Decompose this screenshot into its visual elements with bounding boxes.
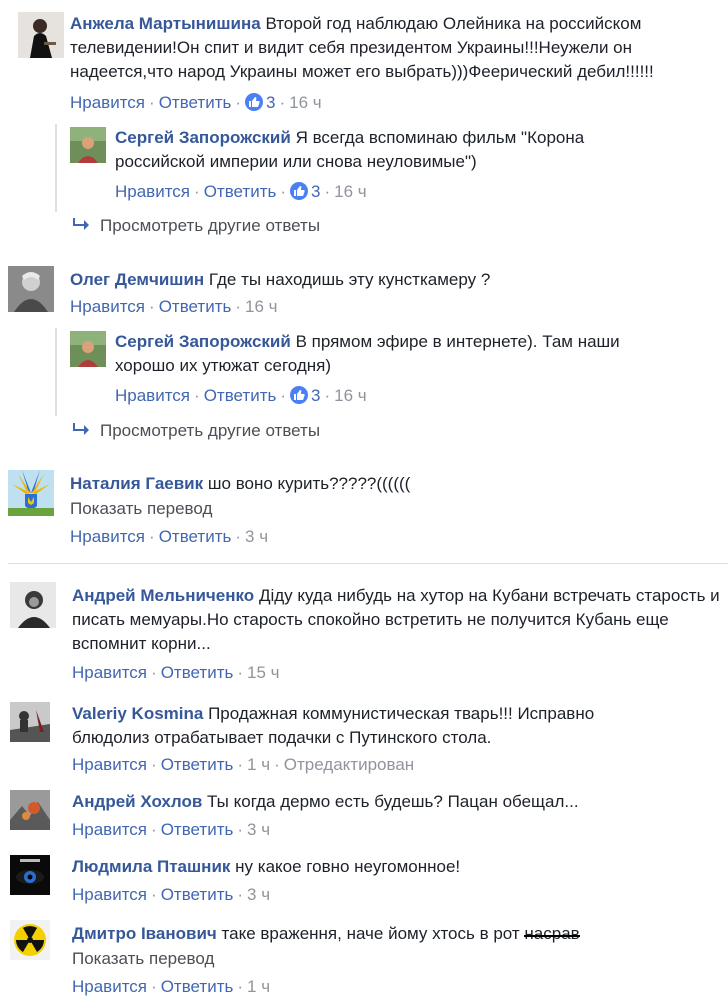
author-name[interactable]: Людмила Пташник — [72, 857, 230, 876]
like-count[interactable]: 3 — [311, 386, 320, 405]
timestamp[interactable]: 15 ч — [247, 663, 280, 682]
like-link[interactable]: Нравится — [72, 820, 147, 839]
timestamp[interactable]: 3 ч — [245, 527, 268, 546]
like-link[interactable]: Нравится — [72, 977, 147, 996]
author-name[interactable]: Сергей Запорожский — [115, 128, 291, 147]
like-link[interactable]: Нравится — [115, 182, 190, 201]
reply-link[interactable]: Ответить — [204, 386, 277, 405]
timestamp[interactable]: 1 ч — [247, 977, 270, 996]
comment-actions: Нравится · Ответить · 3 · 16 ч — [115, 386, 367, 405]
like-count-icon[interactable] — [245, 93, 264, 111]
comment-actions: Нравится · Ответить · 15 ч — [72, 663, 280, 682]
reply-thread-line — [55, 124, 57, 212]
reply-link[interactable]: Ответить — [159, 93, 232, 112]
like-link[interactable]: Нравится — [72, 755, 147, 774]
author-name[interactable]: Андрей Хохлов — [72, 792, 202, 811]
like-link[interactable]: Нравится — [70, 297, 145, 316]
comment-text: Людмила Пташник ну какое говно неугомонн… — [72, 855, 712, 879]
reply-thread-line — [55, 328, 57, 416]
comment-actions: Нравится · Ответить · 3 · 16 ч — [70, 93, 322, 112]
reply-link[interactable]: Ответить — [161, 885, 234, 904]
author-name[interactable]: Valeriy Kosmina — [72, 704, 203, 723]
comment-text: Андрей Мельниченко Діду куда нибудь на х… — [72, 584, 728, 656]
avatar[interactable] — [8, 470, 54, 516]
reply-link[interactable]: Ответить — [159, 527, 232, 546]
avatar[interactable] — [70, 127, 106, 163]
comment-actions: Нравится · Ответить · 1 ч — [72, 977, 271, 996]
comment-text: Андрей Хохлов Ты когда дермо есть будешь… — [72, 790, 712, 814]
avatar[interactable] — [10, 920, 50, 960]
like-link[interactable]: Нравится — [72, 885, 147, 904]
reply-arrow-icon — [72, 215, 100, 237]
author-name[interactable]: Сергей Запорожский — [115, 332, 291, 351]
avatar[interactable] — [8, 266, 54, 312]
timestamp[interactable]: 16 ч — [334, 386, 367, 405]
comment-body: ну какое говно неугомонное! — [235, 857, 461, 876]
translate-link[interactable]: Показать перевод — [72, 948, 214, 970]
avatar[interactable] — [10, 702, 50, 742]
like-link[interactable]: Нравится — [70, 527, 145, 546]
translate-link[interactable]: Показать перевод — [70, 498, 212, 520]
edited-label[interactable]: Отредактирован — [284, 755, 414, 774]
like-link[interactable]: Нравится — [72, 663, 147, 682]
avatar[interactable] — [10, 790, 50, 830]
timestamp[interactable]: 1 ч — [247, 755, 270, 774]
like-link[interactable]: Нравится — [70, 93, 145, 112]
like-count[interactable]: 3 — [311, 182, 320, 201]
like-count[interactable]: 3 — [266, 93, 275, 112]
comment-text: Дмитро Іванович таке враження, наче йому… — [72, 922, 712, 946]
comment-actions: Нравится · Ответить · 3 · 16 ч — [115, 182, 367, 201]
avatar[interactable] — [10, 855, 50, 895]
comment-text: Valeriy Kosmina Продажная коммунистическ… — [72, 702, 672, 750]
comment-body: Где ты находишь эту кунсткамеру ? — [208, 270, 491, 289]
comments-thread: Анжела Мартынишина Второй год наблюдаю О… — [0, 0, 728, 1002]
comment-actions: Нравится · Ответить · 1 ч · Отредактирован — [72, 755, 415, 774]
timestamp[interactable]: 3 ч — [247, 820, 270, 839]
timestamp[interactable]: 16 ч — [334, 182, 367, 201]
reply-link[interactable]: Ответить — [204, 182, 277, 201]
author-name[interactable]: Дмитро Іванович — [72, 924, 217, 943]
comment-text: Олег Демчишин Где ты находишь эту кунстк… — [70, 268, 722, 292]
reply-link[interactable]: Ответить — [161, 820, 234, 839]
reply-link[interactable]: Ответить — [161, 977, 234, 996]
timestamp[interactable]: 16 ч — [289, 93, 322, 112]
view-more-replies-link[interactable]: Просмотреть другие ответы — [72, 215, 320, 237]
reply-text: Сергей Запорожский В прямом эфире в инте… — [115, 330, 675, 378]
reply-arrow-icon — [72, 420, 100, 442]
timestamp[interactable]: 16 ч — [245, 297, 278, 316]
avatar[interactable] — [10, 582, 56, 628]
avatar[interactable] — [18, 12, 64, 58]
like-count-icon[interactable] — [290, 182, 309, 200]
author-name[interactable]: Андрей Мельниченко — [72, 586, 254, 605]
section-divider — [8, 563, 728, 564]
like-link[interactable]: Нравится — [115, 386, 190, 405]
comment-actions: Нравится · Ответить · 3 ч — [72, 885, 271, 904]
comment-actions: Нравится · Ответить · 3 ч — [72, 820, 271, 839]
timestamp[interactable]: 3 ч — [247, 885, 270, 904]
comment-actions: Нравится · Ответить · 3 ч — [70, 527, 269, 546]
comment-actions: Нравится · Ответить · 16 ч — [70, 297, 278, 316]
comment-body: Ты когда дермо есть будешь? Пацан обещал… — [207, 792, 579, 811]
author-name[interactable]: Олег Демчишин — [70, 270, 204, 289]
view-more-replies-link[interactable]: Просмотреть другие ответы — [72, 420, 320, 442]
radiation-icon — [10, 920, 50, 960]
avatar[interactable] — [70, 331, 106, 367]
reply-link[interactable]: Ответить — [159, 297, 232, 316]
author-name[interactable]: Анжела Мартынишина — [70, 14, 261, 33]
reply-link[interactable]: Ответить — [161, 663, 234, 682]
comment-body: таке враження, наче йому хтось в рот — [221, 924, 525, 943]
author-name[interactable]: Наталия Гаевик — [70, 474, 203, 493]
comment-body: шо воно курить?????(((((( — [207, 474, 411, 493]
reply-text: Сергей Запорожский Я всегда вспоминаю фи… — [115, 126, 675, 174]
struck-word: насрав — [524, 924, 580, 943]
comment-text: Анжела Мартынишина Второй год наблюдаю О… — [70, 12, 722, 84]
reply-link[interactable]: Ответить — [161, 755, 234, 774]
like-count-icon[interactable] — [290, 386, 309, 404]
comment-text: Наталия Гаевик шо воно курить?????(((((( — [70, 472, 722, 496]
